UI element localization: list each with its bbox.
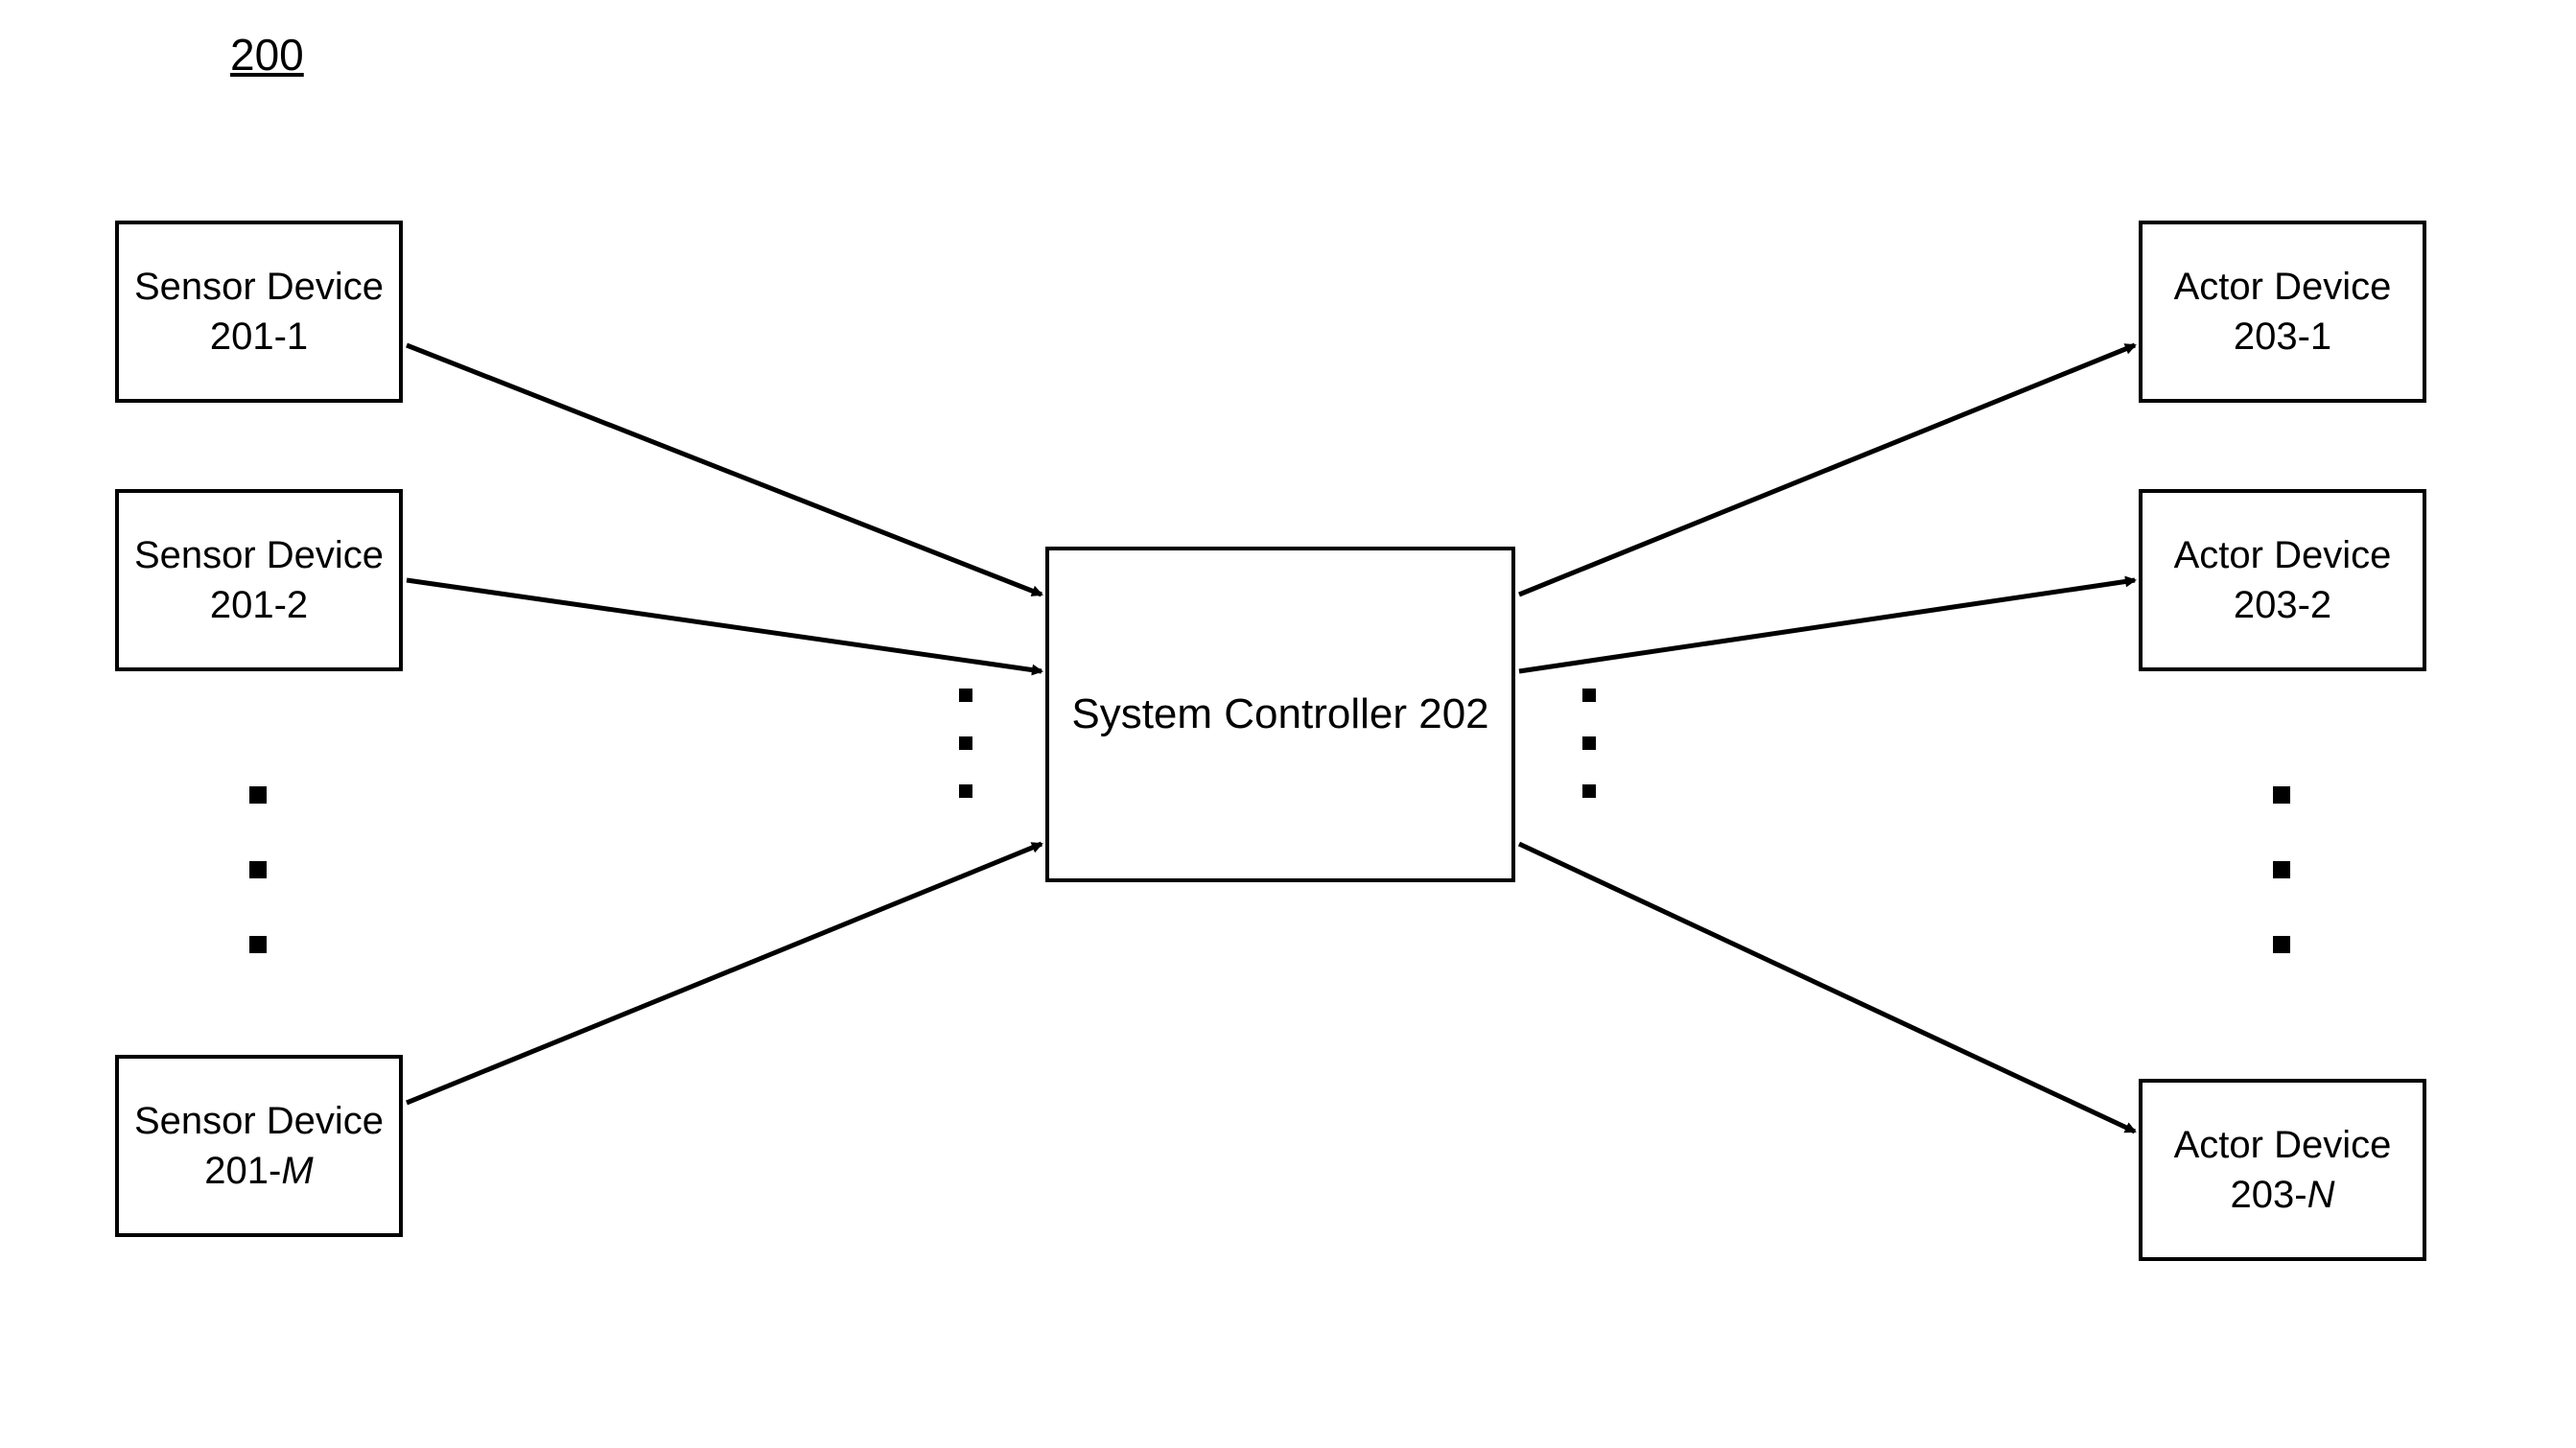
- actor-n-label: Actor Device: [2174, 1120, 2392, 1170]
- actor-n-id-prefix: 203-: [2231, 1174, 2307, 1216]
- actor-device-2: Actor Device 203-2: [2139, 489, 2426, 671]
- actor-n-id-var: N: [2307, 1174, 2335, 1216]
- sensor-2-id-var: 2: [287, 584, 308, 626]
- controller-label: System Controller 202: [1071, 687, 1488, 741]
- sensor-m-id: 201-M: [204, 1146, 313, 1196]
- sensor-m-id-prefix: 201-: [204, 1150, 281, 1192]
- sensor-m-label: Sensor Device: [134, 1096, 384, 1146]
- actor-1-id-var: 1: [2310, 315, 2331, 358]
- diagram-canvas: 200 Sensor Device 201-1 Sensor Device 20…: [0, 0, 2576, 1448]
- actor-2-id: 203-2: [2234, 580, 2331, 630]
- sensor-1-label: Sensor Device: [134, 262, 384, 312]
- actor-2-id-prefix: 203-: [2234, 584, 2310, 626]
- actor-n-id: 203-N: [2231, 1170, 2335, 1220]
- sensor-1-id-prefix: 201-: [210, 315, 287, 358]
- sensor-device-m: Sensor Device 201-M: [115, 1055, 403, 1237]
- actor-1-id-prefix: 203-: [2234, 315, 2310, 358]
- sensor-device-2: Sensor Device 201-2: [115, 489, 403, 671]
- sensor-1-id: 201-1: [210, 312, 308, 362]
- sensor-ellipsis-icon: [249, 758, 267, 982]
- actor-ellipsis-icon: [2273, 758, 2290, 982]
- sensor-2-id-prefix: 201-: [210, 584, 287, 626]
- actor-device-n: Actor Device 203-N: [2139, 1079, 2426, 1261]
- left-multi-ellipsis-icon: [959, 671, 972, 815]
- figure-number: 200: [230, 29, 304, 81]
- sensor-2-label: Sensor Device: [134, 530, 384, 580]
- actor-device-1: Actor Device 203-1: [2139, 221, 2426, 403]
- sensor-1-id-var: 1: [287, 315, 308, 358]
- actor-1-label: Actor Device: [2174, 262, 2392, 312]
- right-multi-ellipsis-icon: [1582, 671, 1596, 815]
- sensor-device-1: Sensor Device 201-1: [115, 221, 403, 403]
- sensor-m-id-var: M: [281, 1150, 313, 1192]
- system-controller: System Controller 202: [1045, 547, 1515, 882]
- actor-2-label: Actor Device: [2174, 530, 2392, 580]
- sensor-2-id: 201-2: [210, 580, 308, 630]
- actor-1-id: 203-1: [2234, 312, 2331, 362]
- actor-2-id-var: 2: [2310, 584, 2331, 626]
